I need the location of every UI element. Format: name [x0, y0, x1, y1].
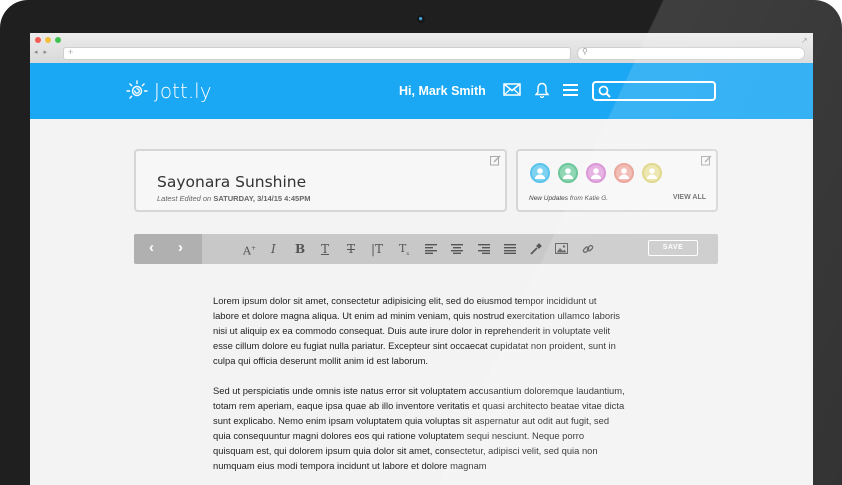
user-icon — [562, 168, 574, 179]
user-greeting[interactable]: Hi, Mark Smith — [399, 84, 486, 98]
close-window-button[interactable] — [35, 37, 41, 43]
bell-icon[interactable] — [534, 82, 550, 98]
plus-icon: + — [68, 47, 74, 57]
edit-icon[interactable] — [490, 155, 501, 166]
fullscreen-icon[interactable]: ↗ — [801, 36, 808, 45]
app-header: Jott.ly Hi, Mark Smith — [30, 63, 813, 119]
address-bar[interactable]: + — [63, 47, 571, 60]
image-icon[interactable] — [555, 243, 568, 254]
document-info-card: Sayonara Sunshine Latest Edited on SATUR… — [134, 149, 507, 212]
user-icon — [646, 168, 658, 179]
logo-text: Jott.ly — [154, 79, 212, 103]
editor-toolbar: ‹ › A+ I B T T |T Tx SAVE — [134, 234, 718, 264]
document-title[interactable]: Sayonara Sunshine — [157, 173, 306, 191]
browser-nav-arrows[interactable]: ◂ ▸ — [34, 48, 58, 58]
edit-icon[interactable] — [701, 155, 712, 166]
last-edited-date: SATURDAY, 3/14/15 4:45PM — [213, 194, 311, 203]
font-size-icon[interactable]: A+ — [243, 242, 256, 259]
user-icon — [618, 168, 630, 179]
align-left-icon[interactable] — [425, 244, 437, 254]
minimize-window-button[interactable] — [45, 37, 51, 43]
justify-icon[interactable] — [504, 244, 516, 254]
collaborator-updates-card: New Updates from Katie G. VIEW ALL — [516, 149, 718, 212]
screen: ◂ ▸ + ⚲ ↗ Jott.ly Hi, Mark Smith Sayonar… — [30, 33, 813, 485]
user-icon — [534, 168, 546, 179]
bold-icon[interactable]: B — [295, 242, 305, 256]
subscript-icon[interactable]: Tx — [399, 242, 409, 261]
align-center-icon[interactable] — [451, 244, 463, 254]
back-arrow-button[interactable]: ‹ — [149, 240, 154, 256]
document-body[interactable]: Lorem ipsum dolor sit amet, consectetur … — [213, 293, 625, 485]
italic-icon[interactable]: I — [271, 242, 276, 256]
last-edited-label: Latest Edited on — [157, 194, 212, 203]
eyedropper-icon[interactable] — [530, 243, 542, 255]
strikethrough-icon[interactable]: T — [347, 242, 355, 256]
collaborator-avatar[interactable] — [642, 163, 662, 183]
body-paragraph: Sed ut perspiciatis unde omnis iste natu… — [213, 385, 625, 471]
document-last-edited: Latest Edited on SATURDAY, 3/14/15 4:45P… — [157, 194, 310, 203]
collaborator-avatar[interactable] — [558, 163, 578, 183]
collaborator-avatar[interactable] — [614, 163, 634, 183]
search-icon — [598, 85, 611, 98]
browser-chrome: ◂ ▸ + ⚲ ↗ — [30, 33, 813, 64]
user-icon — [590, 168, 602, 179]
hamburger-menu-icon[interactable] — [563, 84, 578, 96]
underline-icon[interactable]: T — [321, 242, 329, 256]
webcam-icon — [417, 15, 425, 23]
header-search-input[interactable] — [592, 81, 716, 101]
link-icon[interactable] — [582, 243, 594, 255]
body-paragraph: Lorem ipsum dolor sit amet, consectetur … — [213, 295, 620, 366]
view-all-link[interactable]: VIEW ALL — [673, 194, 706, 201]
forward-arrow-button[interactable]: › — [178, 240, 183, 256]
sun-spiral-logo-icon — [126, 80, 148, 99]
search-icon: ⚲ — [582, 47, 588, 56]
mail-icon[interactable] — [503, 82, 521, 96]
updates-text: New Updates from Katie G. — [529, 195, 609, 202]
collaborator-avatar[interactable] — [586, 163, 606, 183]
save-button[interactable]: SAVE — [648, 240, 698, 256]
toolbar-nav-segment: ‹ › — [134, 234, 202, 264]
maximize-window-button[interactable] — [55, 37, 61, 43]
text-height-icon[interactable]: |T — [371, 242, 383, 256]
collaborator-avatar[interactable] — [530, 163, 550, 183]
browser-search-field[interactable]: ⚲ — [577, 47, 805, 60]
align-right-icon[interactable] — [478, 244, 490, 254]
